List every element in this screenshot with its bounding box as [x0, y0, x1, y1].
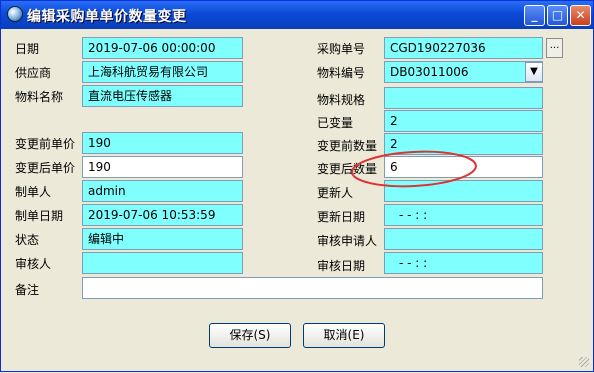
edit-dialog: 编辑采购单单价数量变更 _ □ ✕ 日期 2019-07-06 00:00:00…	[0, 0, 594, 372]
qty-before-field[interactable]: 2	[384, 133, 543, 155]
minimize-icon[interactable]: _	[524, 5, 545, 26]
audit-date-label: 审核日期	[317, 259, 366, 273]
material-code-label: 物料编号	[317, 66, 366, 80]
material-spec-field[interactable]	[384, 87, 543, 109]
date-field[interactable]: 2019-07-06 00:00:00	[82, 37, 243, 59]
cancel-button[interactable]: 取消(E)	[303, 323, 385, 348]
remark-input[interactable]	[82, 277, 543, 299]
qty-after-input[interactable]: 6	[384, 156, 543, 178]
price-after-label: 变更后单价	[15, 161, 76, 175]
changed-qty-label: 已变量	[317, 116, 354, 130]
auditor-label: 审核人	[15, 257, 52, 271]
qty-after-label: 变更后数量	[317, 162, 378, 176]
window-title: 编辑采购单单价数量变更	[27, 9, 187, 25]
save-button[interactable]: 保存(S)	[209, 323, 291, 348]
updater-field[interactable]	[384, 180, 543, 202]
order-lookup-button[interactable]: ...	[546, 38, 563, 58]
maximize-icon[interactable]: □	[547, 5, 568, 26]
resize-grip-icon[interactable]	[579, 357, 589, 367]
price-before-label: 变更前单价	[15, 137, 76, 151]
supplier-label: 供应商	[15, 66, 52, 80]
created-date-label: 制单日期	[15, 209, 64, 223]
price-before-field[interactable]: 190	[82, 132, 243, 154]
changed-qty-field[interactable]: 2	[384, 110, 543, 132]
audit-applicant-field[interactable]	[384, 228, 543, 250]
status-field[interactable]: 编辑中	[82, 228, 243, 250]
status-label: 状态	[15, 233, 40, 247]
app-globe-icon	[7, 6, 23, 22]
remark-label: 备注	[15, 283, 40, 297]
qty-before-label: 变更前数量	[317, 139, 378, 153]
audit-date-field[interactable]: - - : :	[384, 252, 543, 274]
updated-date-field[interactable]: - - : :	[384, 204, 543, 226]
creator-field[interactable]: admin	[82, 180, 243, 202]
supplier-field[interactable]: 上海科航贸易有限公司	[82, 61, 243, 83]
price-after-input[interactable]: 190	[82, 156, 243, 178]
material-spec-label: 物料规格	[317, 93, 366, 107]
creator-label: 制单人	[15, 185, 52, 199]
order-no-field[interactable]: CGD190227036	[384, 37, 543, 59]
material-name-label: 物料名称	[15, 90, 64, 104]
updated-date-label: 更新日期	[317, 210, 366, 224]
auditor-field[interactable]	[82, 252, 243, 274]
chevron-down-icon[interactable]: ▼	[525, 62, 543, 82]
close-icon[interactable]: ✕	[570, 5, 591, 26]
date-label: 日期	[15, 42, 40, 56]
material-name-field[interactable]: 直流电压传感器	[82, 85, 243, 107]
created-date-field[interactable]: 2019-07-06 10:53:59	[82, 204, 243, 226]
title-bar: 编辑采购单单价数量变更 _ □ ✕	[1, 1, 593, 29]
updater-label: 更新人	[317, 186, 354, 200]
audit-applicant-label: 审核申请人	[317, 234, 378, 248]
material-code-select[interactable]: DB03011006	[384, 61, 543, 83]
order-no-label: 采购单号	[317, 42, 366, 56]
